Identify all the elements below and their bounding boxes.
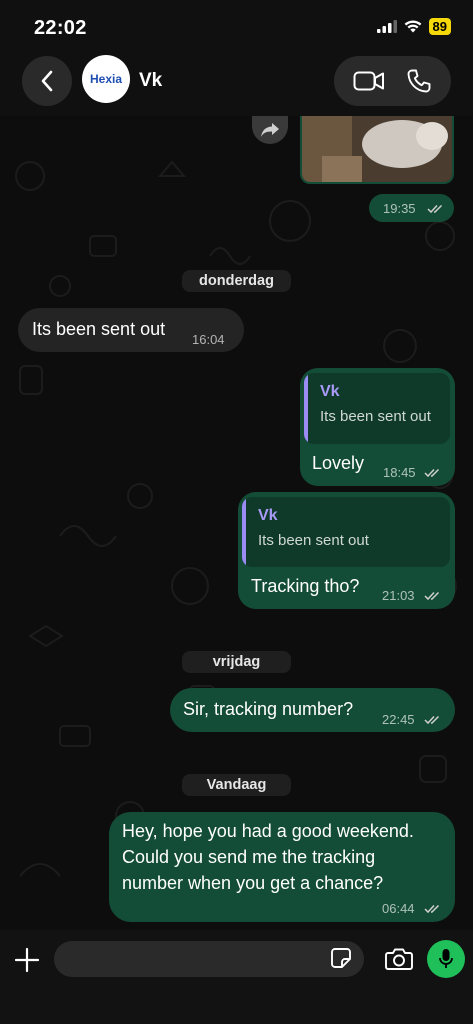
status-bar: 22:02 89: [0, 0, 473, 54]
message-input[interactable]: [54, 941, 364, 977]
read-ticks-icon: [424, 468, 440, 478]
sticker-icon[interactable]: [330, 947, 352, 969]
microphone-icon: [439, 949, 453, 968]
battery-level: 89: [428, 18, 451, 35]
photo-image: [302, 116, 452, 182]
camera-icon[interactable]: [385, 946, 413, 972]
message-text: Its been sent out: [32, 319, 166, 339]
date-separator: donderdag: [182, 270, 291, 292]
message-time: 19:35: [383, 201, 416, 216]
message-text: Sir, tracking number?: [183, 699, 354, 719]
chevron-left-icon: [41, 70, 53, 92]
date-label: Vandaag: [206, 777, 267, 793]
message-bubble-incoming[interactable]: Its been sent out 16:04: [18, 308, 244, 352]
quote-accent-bar: [304, 373, 308, 444]
phone-icon[interactable]: [406, 68, 432, 94]
back-button[interactable]: [22, 56, 72, 106]
chat-header: Hexia Vk: [0, 54, 473, 116]
message-composer: [0, 930, 473, 1024]
media-thumbnail[interactable]: [300, 116, 454, 184]
voice-record-button[interactable]: [427, 940, 465, 978]
date-separator: Vandaag: [182, 774, 291, 796]
quote-author: Vk: [320, 383, 340, 400]
quote-accent-bar: [242, 497, 246, 567]
message-text-line: Could you send me the tracking: [122, 847, 376, 867]
message-bubble-outgoing[interactable]: Sir, tracking number? 22:45: [170, 688, 455, 732]
date-label: donderdag: [199, 273, 274, 289]
message-text-line: number when you get a chance?: [122, 873, 384, 893]
status-time: 22:02: [34, 17, 87, 39]
message-text-line: Hey, hope you had a good weekend.: [122, 821, 414, 841]
message-text: Lovely: [312, 453, 365, 473]
message-time: 18:45: [383, 465, 416, 480]
date-label: vrijdag: [212, 654, 261, 670]
read-ticks-icon: [427, 204, 443, 214]
quoted-reply[interactable]: Vk Its been sent out: [304, 373, 450, 444]
message-bubble-outgoing[interactable]: Vk Its been sent out Lovely 18:45: [300, 368, 455, 486]
date-separator: vrijdag: [182, 651, 291, 673]
quote-text: Its been sent out: [258, 532, 369, 549]
video-camera-icon[interactable]: [353, 70, 385, 92]
message-time: 21:03: [382, 588, 415, 603]
forward-icon: [261, 123, 279, 137]
read-ticks-icon: [424, 715, 440, 725]
message-bubble-outgoing[interactable]: Hey, hope you had a good weekend. Could …: [109, 812, 455, 922]
message-list[interactable]: 19:35 donderdag Its been sent out 16:04 …: [0, 116, 473, 930]
call-actions: [334, 56, 451, 106]
signal-icon: [376, 20, 397, 33]
plus-icon[interactable]: [13, 946, 41, 974]
message-time: 22:45: [382, 712, 415, 727]
quote-text: Its been sent out: [320, 408, 431, 425]
message-bubble-outgoing[interactable]: 19:35: [369, 194, 454, 222]
contact-avatar[interactable]: Hexia: [82, 55, 130, 103]
read-ticks-icon: [424, 591, 440, 601]
message-time: 16:04: [192, 332, 225, 347]
avatar-logo: Hexia: [89, 72, 123, 86]
message-text: Tracking tho?: [251, 576, 360, 596]
contact-name[interactable]: Vk: [139, 70, 162, 92]
status-icons: 89: [376, 18, 451, 35]
read-ticks-icon: [424, 904, 440, 914]
message-time: 06:44: [382, 901, 415, 916]
quoted-reply[interactable]: Vk Its been sent out: [242, 497, 450, 567]
message-bubble-outgoing[interactable]: Vk Its been sent out Tracking tho? 21:03: [238, 492, 455, 609]
quote-author: Vk: [258, 507, 278, 524]
wifi-icon: [404, 20, 421, 33]
